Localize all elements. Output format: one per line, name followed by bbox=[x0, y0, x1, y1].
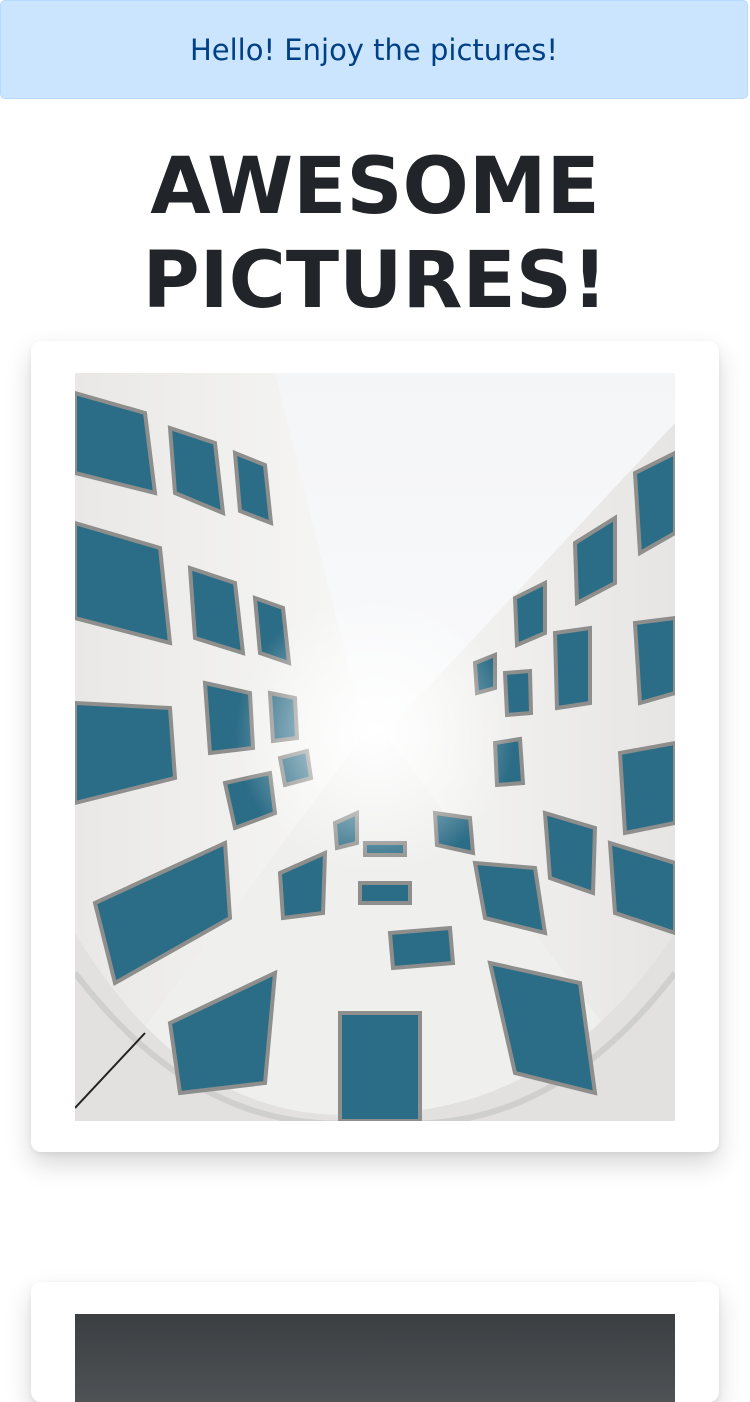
page-title-line-2: PICTURES! bbox=[142, 236, 608, 326]
page-title: AWESOME PICTURES! bbox=[0, 140, 750, 328]
picture-card bbox=[31, 1282, 719, 1402]
picture-card bbox=[31, 341, 719, 1152]
alert-text: Hello! Enjoy the pictures! bbox=[189, 32, 559, 67]
dark-photo bbox=[75, 1314, 675, 1402]
page-title-line-1: AWESOME bbox=[150, 142, 600, 232]
building-photo bbox=[75, 373, 675, 1121]
welcome-alert: Hello! Enjoy the pictures! bbox=[0, 0, 748, 99]
